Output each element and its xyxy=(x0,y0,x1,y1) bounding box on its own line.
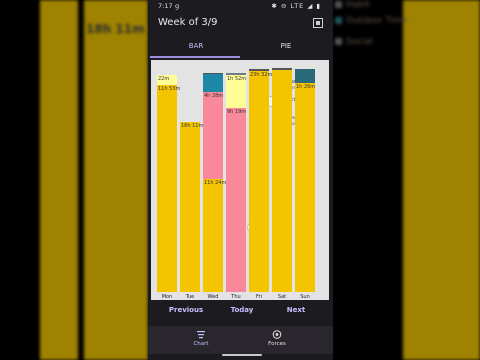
bar-value-label: 9h 19m xyxy=(227,109,247,116)
nav-forces-label: Forces xyxy=(268,341,286,347)
background-blur-left: 18h 11m xyxy=(0,0,148,360)
status-icons: ✱ ⊖ LTE ◢ ▮ xyxy=(271,2,321,10)
phone-screen: 7:17 g ✱ ⊖ LTE ◢ ▮ Week of 3/9 BAR PIE H… xyxy=(148,0,333,360)
bar-segment-fri-1[interactable] xyxy=(249,68,269,72)
background-legend-habit: Habit xyxy=(346,0,371,10)
bar-value-label: 23h 32m xyxy=(250,72,273,79)
bar-segment-wed-1[interactable] xyxy=(203,91,223,179)
x-tick-label-fri: Fri xyxy=(256,294,262,300)
chart-menu-icon xyxy=(197,331,205,339)
page-title: Week of 3/9 xyxy=(158,17,218,28)
bar-segment-wed-3[interactable] xyxy=(203,72,223,74)
bar-segment-thu-2[interactable] xyxy=(226,73,246,75)
nav-forces[interactable]: Forces xyxy=(247,330,307,347)
bar-value-label: 4h 28m xyxy=(204,92,224,99)
bar-segment-sat-1[interactable] xyxy=(272,68,292,71)
week-navigation: Previous Today Next xyxy=(148,302,333,318)
active-tab-indicator xyxy=(150,56,240,58)
bar-segment-tue-0[interactable] xyxy=(180,121,200,292)
home-indicator xyxy=(222,354,262,356)
bar-segment-fri-0[interactable] xyxy=(249,71,269,292)
bar-segment-thu-0[interactable] xyxy=(226,108,246,292)
today-button[interactable]: Today xyxy=(216,302,268,318)
google-icon: g xyxy=(175,2,180,10)
bar-chart[interactable]: HabitMedicationSleeping SlackStressProdu… xyxy=(151,60,329,300)
next-button[interactable]: Next xyxy=(270,302,322,318)
status-time: 7:17 xyxy=(158,2,173,10)
background-blur-right: Habit Outdoor Time Social xyxy=(333,0,480,360)
bar-segment-wed-2[interactable] xyxy=(203,73,223,92)
background-legend-social: Social xyxy=(346,37,373,47)
bar-segment-wed-0[interactable] xyxy=(203,178,223,292)
tab-bar-chart[interactable]: BAR xyxy=(150,36,242,57)
bar-segment-mon-0[interactable] xyxy=(157,84,177,292)
background-legend-outdoor: Outdoor Time xyxy=(346,16,408,26)
bar-value-label: 22m xyxy=(158,75,170,82)
bar-value-label: 11h 24m xyxy=(204,179,227,186)
bar-segment-sat-0[interactable] xyxy=(272,70,292,292)
share-icon[interactable] xyxy=(313,18,323,28)
x-tick-label-sat: Sat xyxy=(277,294,287,300)
tab-pie-chart[interactable]: PIE xyxy=(240,36,332,57)
bar-value-label: 1h 26m xyxy=(296,83,316,90)
bottom-navigation: Chart Forces xyxy=(148,326,333,354)
target-icon xyxy=(272,330,282,339)
bar-value-label: 11h 53m xyxy=(158,85,181,92)
bar-segment-sun-1[interactable] xyxy=(295,69,315,83)
x-tick-label-thu: Thu xyxy=(231,294,241,300)
status-bar: 7:17 g ✱ ⊖ LTE ◢ ▮ xyxy=(148,0,333,13)
bar-segment-sun-0[interactable] xyxy=(295,82,315,292)
previous-button[interactable]: Previous xyxy=(160,302,212,318)
x-tick-label-tue: Tue xyxy=(185,294,195,300)
nav-chart-label: Chart xyxy=(193,341,209,347)
x-tick-label-wed: Wed xyxy=(207,294,219,300)
x-tick-label-mon: Mon xyxy=(161,294,173,300)
bar-value-label: 1h 52m xyxy=(227,75,247,82)
bar-value-label: 18h 11m xyxy=(181,122,204,129)
nav-chart[interactable]: Chart xyxy=(171,330,231,347)
x-tick-label-sun: Sun xyxy=(300,294,310,300)
background-label: 18h 11m xyxy=(86,22,145,36)
tab-bar: BAR PIE xyxy=(148,36,333,58)
